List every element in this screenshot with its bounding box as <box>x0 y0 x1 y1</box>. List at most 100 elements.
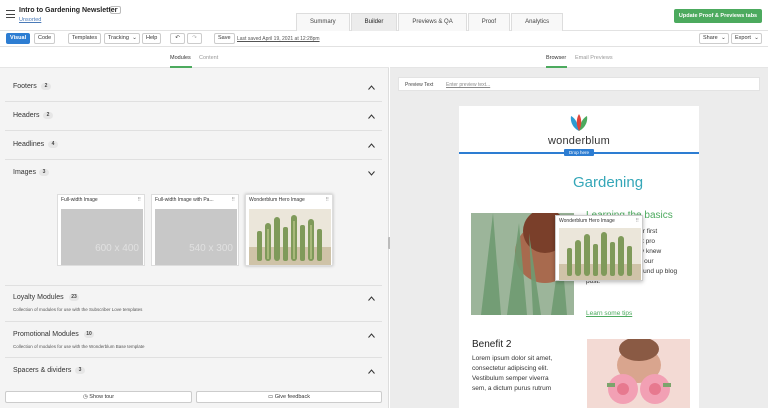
image-module-card[interactable]: Wonderblum Hero Image ⠿ <box>245 194 333 266</box>
section-title: Headers <box>13 112 40 119</box>
section-title: Footers <box>13 83 37 90</box>
benefit-body-text[interactable]: Lorem ipsum dolor sit amet, consectetur … <box>472 354 584 394</box>
chevron-up-icon[interactable] <box>368 296 375 301</box>
last-saved-link[interactable]: Last saved April 19, 2021 at 12:28pm <box>237 36 320 42</box>
section-title: Promotional Modules <box>13 331 79 338</box>
card-title: Wonderblum Hero Image <box>559 218 615 224</box>
image-module-card[interactable]: Full-width Image ⠿ 600 x 400 <box>57 194 145 266</box>
tab-builder[interactable]: Builder <box>350 13 398 31</box>
section-description: Collection of modules for use with the W… <box>13 344 145 349</box>
chevron-down-icon: ⌄ <box>132 35 137 41</box>
image-module-card[interactable]: Full-width Image with Pa... ⠿ 540 x 300 <box>151 194 239 266</box>
image-placeholder: 600 x 400 <box>61 209 143 265</box>
templates-button[interactable]: Templates <box>68 33 102 44</box>
tab-content[interactable]: Content <box>199 55 218 61</box>
menu-icon[interactable] <box>6 10 15 18</box>
modules-panel: Modules Content Footers 2 Headers 2 Head… <box>0 47 389 408</box>
placeholder-size-label: 600 x 400 <box>95 243 139 254</box>
update-proof-button[interactable]: Update Proof & Previews tabs <box>674 9 762 23</box>
wonderblum-logo-icon <box>570 114 588 131</box>
tab-summary[interactable]: Summary <box>296 13 350 31</box>
section-footers[interactable]: Footers 2 <box>5 73 382 102</box>
drag-handle-icon[interactable]: ⠿ <box>137 197 141 203</box>
section-count-badge: 3 <box>75 367 85 374</box>
chevron-up-icon[interactable] <box>368 369 375 374</box>
card-title: Full-width Image <box>61 197 98 203</box>
undo-icon[interactable]: ↶ <box>170 33 185 44</box>
chevron-up-icon[interactable] <box>368 85 375 90</box>
section-title: Images <box>13 169 36 176</box>
panel-footer: ◷ Show tour ▭ Give feedback <box>5 391 384 403</box>
card-title: Wonderblum Hero Image <box>249 197 305 203</box>
section-headers[interactable]: Headers 2 <box>5 102 382 131</box>
cactus-image <box>559 228 641 280</box>
preview-panel-tabs: Browser Email Previews <box>390 47 768 68</box>
modules-panel-tabs: Modules Content <box>0 47 389 68</box>
preview-text-label: Preview Text <box>405 82 434 88</box>
section-count-badge: 10 <box>84 331 94 338</box>
body-line: Vestibulum semper viverra <box>472 375 549 382</box>
image-placeholder: 540 x 300 <box>155 209 237 265</box>
tracking-label: Tracking <box>108 35 129 41</box>
preview-panel: Browser Email Previews Preview Text Ente… <box>390 47 768 408</box>
section-description: Collection of modules for use with the S… <box>13 307 143 312</box>
section-title: Spacers & dividers <box>13 367 72 374</box>
tab-email-previews[interactable]: Email Previews <box>575 55 613 61</box>
tab-analytics[interactable]: Analytics <box>511 13 564 31</box>
dragged-module-preview: Wonderblum Hero Image ⠿ <box>555 215 643 281</box>
section-headlines[interactable]: Headlines 4 <box>5 131 382 160</box>
body-line: Lorem ipsum dolor sit amet, <box>472 355 553 362</box>
document-title[interactable]: Intro to Gardening Newsletter <box>19 7 117 14</box>
preview-text-input[interactable]: Enter preview text... <box>446 82 490 88</box>
section-count-badge: 3 <box>39 169 49 176</box>
body-line: consectetur adipiscing elit. <box>472 365 549 372</box>
body-line: sem, a dictum purus rutrum <box>472 385 552 392</box>
redo-icon[interactable]: ↷ <box>187 33 202 44</box>
drag-handle-icon[interactable]: ⠿ <box>325 197 329 203</box>
preview-text-bar: Preview Text Enter preview text... <box>398 77 760 91</box>
chevron-up-icon[interactable] <box>368 114 375 119</box>
give-feedback-button[interactable]: ▭ Give feedback <box>196 391 382 403</box>
help-button[interactable]: Help <box>142 33 162 44</box>
placeholder-size-label: 540 x 300 <box>189 243 233 254</box>
active-tab-indicator <box>546 66 567 68</box>
chevron-up-icon[interactable] <box>368 143 375 148</box>
benefit-heading[interactable]: Benefit 2 <box>472 339 511 350</box>
section-count-badge: 2 <box>43 112 53 119</box>
tracking-dropdown[interactable]: Tracking ⌄ <box>104 33 140 44</box>
show-tour-button[interactable]: ◷ Show tour <box>5 391 192 403</box>
chevron-up-icon[interactable] <box>368 333 375 338</box>
drop-here-badge: Drop here <box>564 149 594 156</box>
section-title: Loyalty Modules <box>13 294 64 301</box>
chevron-down-icon[interactable] <box>368 171 375 176</box>
tab-modules[interactable]: Modules <box>170 55 191 61</box>
main-tabs: Summary Builder Previews & QA Proof Anal… <box>296 13 564 31</box>
section-spacers-dividers[interactable]: Spacers & dividers 3 <box>5 358 382 384</box>
visual-mode-button[interactable]: Visual <box>6 33 31 44</box>
active-tab-indicator <box>170 66 192 68</box>
email-heading[interactable]: Gardening <box>573 174 643 191</box>
email-canvas[interactable]: wonderblum Drop here Gardening Learning … <box>459 106 699 408</box>
drag-handle-icon[interactable]: ⠿ <box>231 197 235 203</box>
export-dropdown[interactable]: Export ⌄ <box>731 33 762 44</box>
editor-toolbar: Visual Code Templates Tracking ⌄ Help ↶ … <box>0 31 768 47</box>
tab-proof[interactable]: Proof <box>467 13 511 31</box>
share-dropdown[interactable]: Share ⌄ <box>699 33 729 44</box>
document-status-link[interactable]: Unsorted <box>19 17 41 23</box>
code-mode-button[interactable]: Code <box>34 33 56 44</box>
clock-icon: ◷ <box>82 394 88 400</box>
section-count-badge: 2 <box>41 83 51 90</box>
learn-tips-link[interactable]: Learn some tips <box>586 310 632 317</box>
tab-browser[interactable]: Browser <box>546 55 566 61</box>
chat-icon: ▭ <box>268 394 274 400</box>
card-title: Full-width Image with Pa... <box>155 197 214 203</box>
section-loyalty-modules[interactable]: Loyalty Modules 23 Collection of modules… <box>5 286 382 322</box>
section-promotional-modules[interactable]: Promotional Modules 10 Collection of mod… <box>5 322 382 358</box>
export-label: Export <box>735 35 751 41</box>
more-options-button[interactable]: ··· <box>110 6 121 14</box>
flowers-portrait-image[interactable] <box>587 339 690 408</box>
app-header: Intro to Gardening Newsletter ··· Unsort… <box>0 0 768 31</box>
tab-previews-qa[interactable]: Previews & QA <box>398 13 467 31</box>
show-tour-label: Show tour <box>89 394 115 400</box>
save-button[interactable]: Save <box>214 33 235 44</box>
